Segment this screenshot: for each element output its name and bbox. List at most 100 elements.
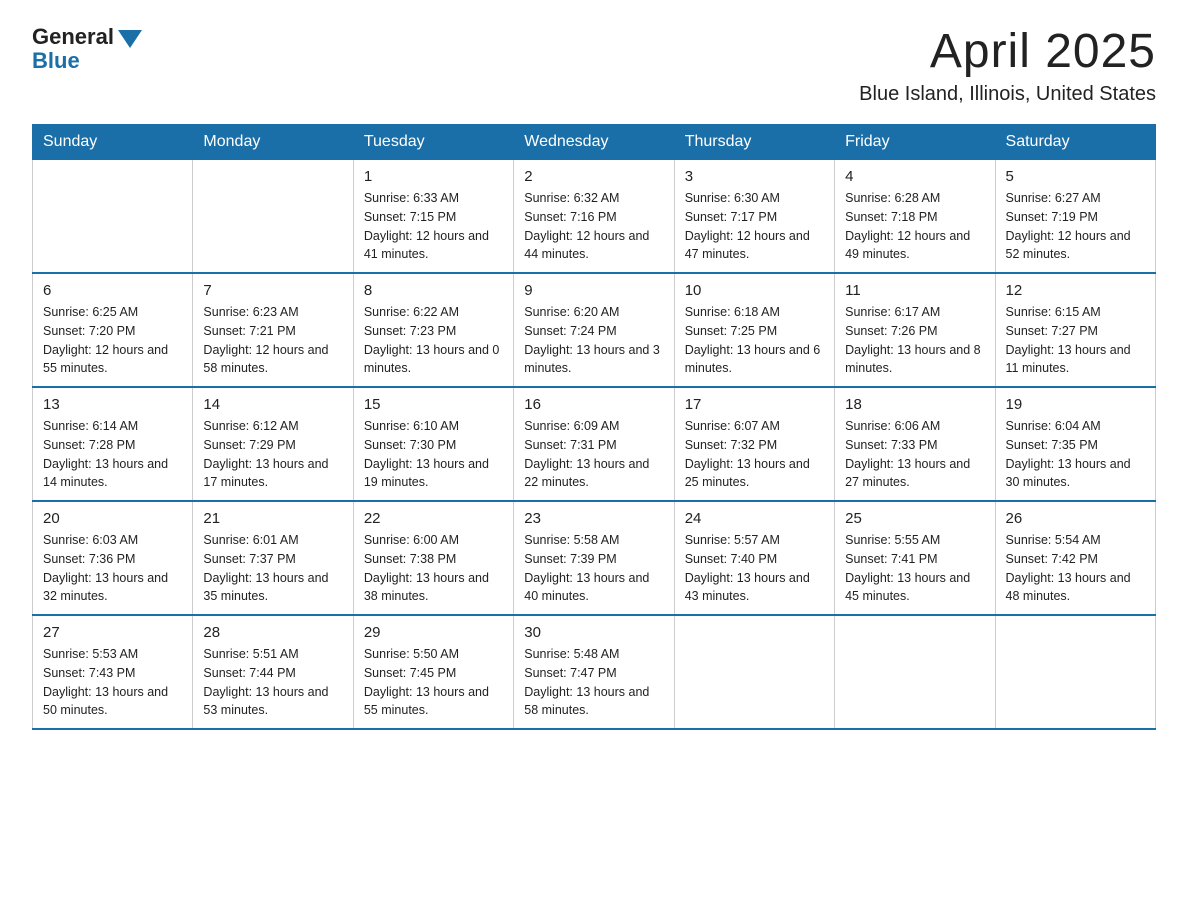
day-info: Sunrise: 6:09 AMSunset: 7:31 PMDaylight:… [524,417,663,492]
header-cell-friday: Friday [835,125,995,160]
day-number: 29 [364,624,503,641]
day-info: Sunrise: 5:58 AMSunset: 7:39 PMDaylight:… [524,531,663,606]
day-info: Sunrise: 5:57 AMSunset: 7:40 PMDaylight:… [685,531,824,606]
day-info: Sunrise: 6:04 AMSunset: 7:35 PMDaylight:… [1006,417,1145,492]
day-cell: 3Sunrise: 6:30 AMSunset: 7:17 PMDaylight… [674,160,834,274]
day-cell: 1Sunrise: 6:33 AMSunset: 7:15 PMDaylight… [353,160,513,274]
day-cell [995,615,1155,729]
day-number: 12 [1006,282,1145,299]
day-number: 19 [1006,396,1145,413]
day-cell: 2Sunrise: 6:32 AMSunset: 7:16 PMDaylight… [514,160,674,274]
day-cell: 9 Sunrise: 6:20 AMSunset: 7:24 PMDaylight… [514,273,674,387]
day-cell: 24 Sunrise: 5:57 AMSunset: 7:40 PMDayligh… [674,501,834,615]
day-info: Sunrise: 6:18 AMSunset: 7:25 PMDaylight:… [685,303,824,378]
day-number: 13 [43,396,182,413]
day-info: Sunrise: 6:01 AMSunset: 7:37 PMDaylight:… [203,531,342,606]
day-info: Sunrise: 6:28 AMSunset: 7:18 PMDaylight:… [845,189,984,264]
day-number: 5 [1006,168,1145,185]
day-cell: 4 Sunrise: 6:28 AMSunset: 7:18 PMDaylight… [835,160,995,274]
day-cell: 7 Sunrise: 6:23 AMSunset: 7:21 PMDaylight… [193,273,353,387]
day-info: Sunrise: 6:23 AMSunset: 7:21 PMDaylight:… [203,303,342,378]
day-cell: 10Sunrise: 6:18 AMSunset: 7:25 PMDayligh… [674,273,834,387]
day-number: 28 [203,624,342,641]
day-cell: 29 Sunrise: 5:50 AMSunset: 7:45 PMDayligh… [353,615,513,729]
header-cell-tuesday: Tuesday [353,125,513,160]
day-info: Sunrise: 5:54 AMSunset: 7:42 PMDaylight:… [1006,531,1145,606]
day-cell: 5 Sunrise: 6:27 AMSunset: 7:19 PMDaylight… [995,160,1155,274]
day-cell [674,615,834,729]
day-cell: 11Sunrise: 6:17 AMSunset: 7:26 PMDayligh… [835,273,995,387]
page-subtitle: Blue Island, Illinois, United States [859,83,1156,106]
day-info: Sunrise: 6:00 AMSunset: 7:38 PMDaylight:… [364,531,503,606]
logo-general-text: General [32,24,114,50]
day-info: Sunrise: 6:25 AMSunset: 7:20 PMDaylight:… [43,303,182,378]
day-number: 16 [524,396,663,413]
day-info: Sunrise: 5:50 AMSunset: 7:45 PMDaylight:… [364,645,503,720]
day-number: 14 [203,396,342,413]
week-row-5: 27Sunrise: 5:53 AMSunset: 7:43 PMDayligh… [33,615,1156,729]
day-number: 4 [845,168,984,185]
day-cell: 28 Sunrise: 5:51 AMSunset: 7:44 PMDayligh… [193,615,353,729]
day-number: 1 [364,168,503,185]
day-info: Sunrise: 6:27 AMSunset: 7:19 PMDaylight:… [1006,189,1145,264]
day-number: 9 [524,282,663,299]
day-number: 26 [1006,510,1145,527]
calendar-table: SundayMondayTuesdayWednesdayThursdayFrid… [32,124,1156,730]
day-number: 22 [364,510,503,527]
day-cell: 17Sunrise: 6:07 AMSunset: 7:32 PMDayligh… [674,387,834,501]
day-cell: 8 Sunrise: 6:22 AMSunset: 7:23 PMDaylight… [353,273,513,387]
header-cell-sunday: Sunday [33,125,193,160]
header-cell-wednesday: Wednesday [514,125,674,160]
day-cell: 20Sunrise: 6:03 AMSunset: 7:36 PMDayligh… [33,501,193,615]
day-cell: 19 Sunrise: 6:04 AMSunset: 7:35 PMDayligh… [995,387,1155,501]
calendar-header: SundayMondayTuesdayWednesdayThursdayFrid… [33,125,1156,160]
week-row-3: 13 Sunrise: 6:14 AMSunset: 7:28 PMDayligh… [33,387,1156,501]
header-cell-monday: Monday [193,125,353,160]
day-number: 24 [685,510,824,527]
week-row-1: 1Sunrise: 6:33 AMSunset: 7:15 PMDaylight… [33,160,1156,274]
day-info: Sunrise: 6:06 AMSunset: 7:33 PMDaylight:… [845,417,984,492]
day-info: Sunrise: 6:10 AMSunset: 7:30 PMDaylight:… [364,417,503,492]
day-cell: 15 Sunrise: 6:10 AMSunset: 7:30 PMDayligh… [353,387,513,501]
day-info: Sunrise: 5:51 AMSunset: 7:44 PMDaylight:… [203,645,342,720]
day-number: 17 [685,396,824,413]
day-cell: 14Sunrise: 6:12 AMSunset: 7:29 PMDayligh… [193,387,353,501]
week-row-2: 6 Sunrise: 6:25 AMSunset: 7:20 PMDaylight… [33,273,1156,387]
day-number: 20 [43,510,182,527]
day-number: 21 [203,510,342,527]
page-title: April 2025 [859,24,1156,79]
day-cell: 22 Sunrise: 6:00 AMSunset: 7:38 PMDayligh… [353,501,513,615]
day-cell: 13 Sunrise: 6:14 AMSunset: 7:28 PMDayligh… [33,387,193,501]
day-cell: 27Sunrise: 5:53 AMSunset: 7:43 PMDayligh… [33,615,193,729]
day-number: 25 [845,510,984,527]
day-number: 23 [524,510,663,527]
day-info: Sunrise: 6:22 AMSunset: 7:23 PMDaylight:… [364,303,503,378]
day-info: Sunrise: 5:48 AMSunset: 7:47 PMDaylight:… [524,645,663,720]
day-cell: 25 Sunrise: 5:55 AMSunset: 7:41 PMDayligh… [835,501,995,615]
day-cell: 30Sunrise: 5:48 AMSunset: 7:47 PMDayligh… [514,615,674,729]
day-info: Sunrise: 6:32 AMSunset: 7:16 PMDaylight:… [524,189,663,264]
day-info: Sunrise: 6:30 AMSunset: 7:17 PMDaylight:… [685,189,824,264]
header-cell-saturday: Saturday [995,125,1155,160]
page-header: General Blue April 2025 Blue Island, Ill… [32,24,1156,106]
day-cell: 23 Sunrise: 5:58 AMSunset: 7:39 PMDayligh… [514,501,674,615]
calendar-body: 1Sunrise: 6:33 AMSunset: 7:15 PMDaylight… [33,160,1156,730]
day-number: 8 [364,282,503,299]
title-block: April 2025 Blue Island, Illinois, United… [859,24,1156,106]
day-info: Sunrise: 6:14 AMSunset: 7:28 PMDaylight:… [43,417,182,492]
day-info: Sunrise: 5:53 AMSunset: 7:43 PMDaylight:… [43,645,182,720]
week-row-4: 20Sunrise: 6:03 AMSunset: 7:36 PMDayligh… [33,501,1156,615]
day-number: 18 [845,396,984,413]
day-number: 7 [203,282,342,299]
day-number: 15 [364,396,503,413]
day-cell: 16 Sunrise: 6:09 AMSunset: 7:31 PMDayligh… [514,387,674,501]
day-info: Sunrise: 6:17 AMSunset: 7:26 PMDaylight:… [845,303,984,378]
day-cell [193,160,353,274]
day-info: Sunrise: 5:55 AMSunset: 7:41 PMDaylight:… [845,531,984,606]
day-info: Sunrise: 6:20 AMSunset: 7:24 PMDaylight:… [524,303,663,378]
day-number: 6 [43,282,182,299]
day-cell: 12Sunrise: 6:15 AMSunset: 7:27 PMDayligh… [995,273,1155,387]
header-row: SundayMondayTuesdayWednesdayThursdayFrid… [33,125,1156,160]
header-cell-thursday: Thursday [674,125,834,160]
logo: General Blue [32,24,142,74]
